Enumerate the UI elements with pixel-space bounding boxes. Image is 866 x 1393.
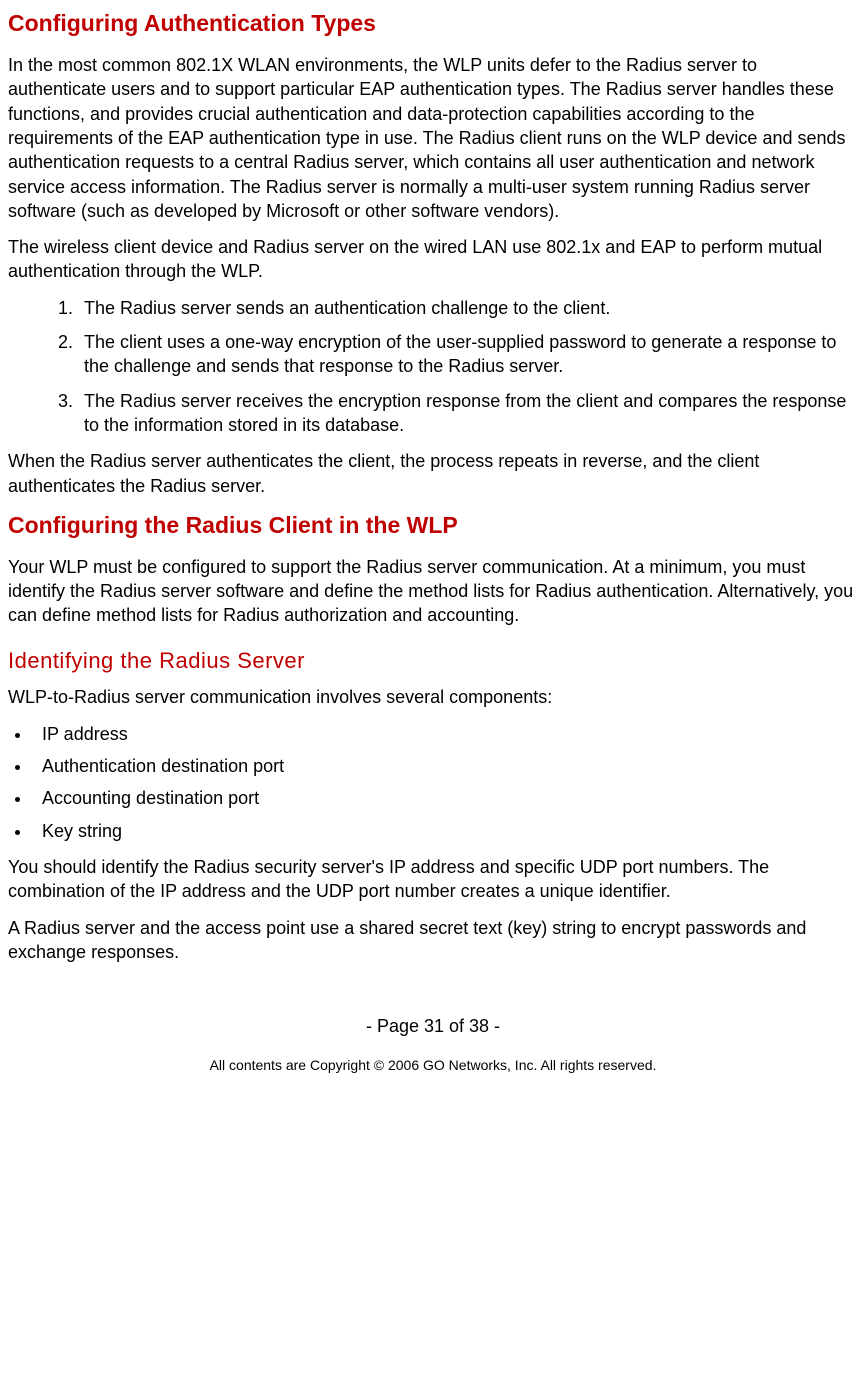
section-heading-radius-client: Configuring the Radius Client in the WLP — [8, 510, 858, 541]
section-heading-auth-types: Configuring Authentication Types — [8, 8, 858, 39]
list-item: The Radius server receives the encryptio… — [78, 389, 858, 438]
list-item: Authentication destination port — [32, 754, 858, 778]
list-item: The client uses a one-way encryption of … — [78, 330, 858, 379]
subsection-heading-radius-server: Identifying the Radius Server — [8, 646, 858, 676]
paragraph: The wireless client device and Radius se… — [8, 235, 858, 284]
paragraph: WLP-to-Radius server communication invol… — [8, 685, 858, 709]
paragraph: You should identify the Radius security … — [8, 855, 858, 904]
list-item: Accounting destination port — [32, 786, 858, 810]
ordered-steps-list: The Radius server sends an authenticatio… — [8, 296, 858, 437]
bullet-list: IP address Authentication destination po… — [8, 722, 858, 843]
list-item: IP address — [32, 722, 858, 746]
list-item: The Radius server sends an authenticatio… — [78, 296, 858, 320]
paragraph: Your WLP must be configured to support t… — [8, 555, 858, 628]
paragraph: When the Radius server authenticates the… — [8, 449, 858, 498]
paragraph: In the most common 802.1X WLAN environme… — [8, 53, 858, 223]
list-item: Key string — [32, 819, 858, 843]
page-number: - Page 31 of 38 - — [8, 1014, 858, 1038]
page-footer: - Page 31 of 38 - All contents are Copyr… — [8, 1014, 858, 1075]
copyright-notice: All contents are Copyright © 2006 GO Net… — [8, 1056, 858, 1075]
paragraph: A Radius server and the access point use… — [8, 916, 858, 965]
